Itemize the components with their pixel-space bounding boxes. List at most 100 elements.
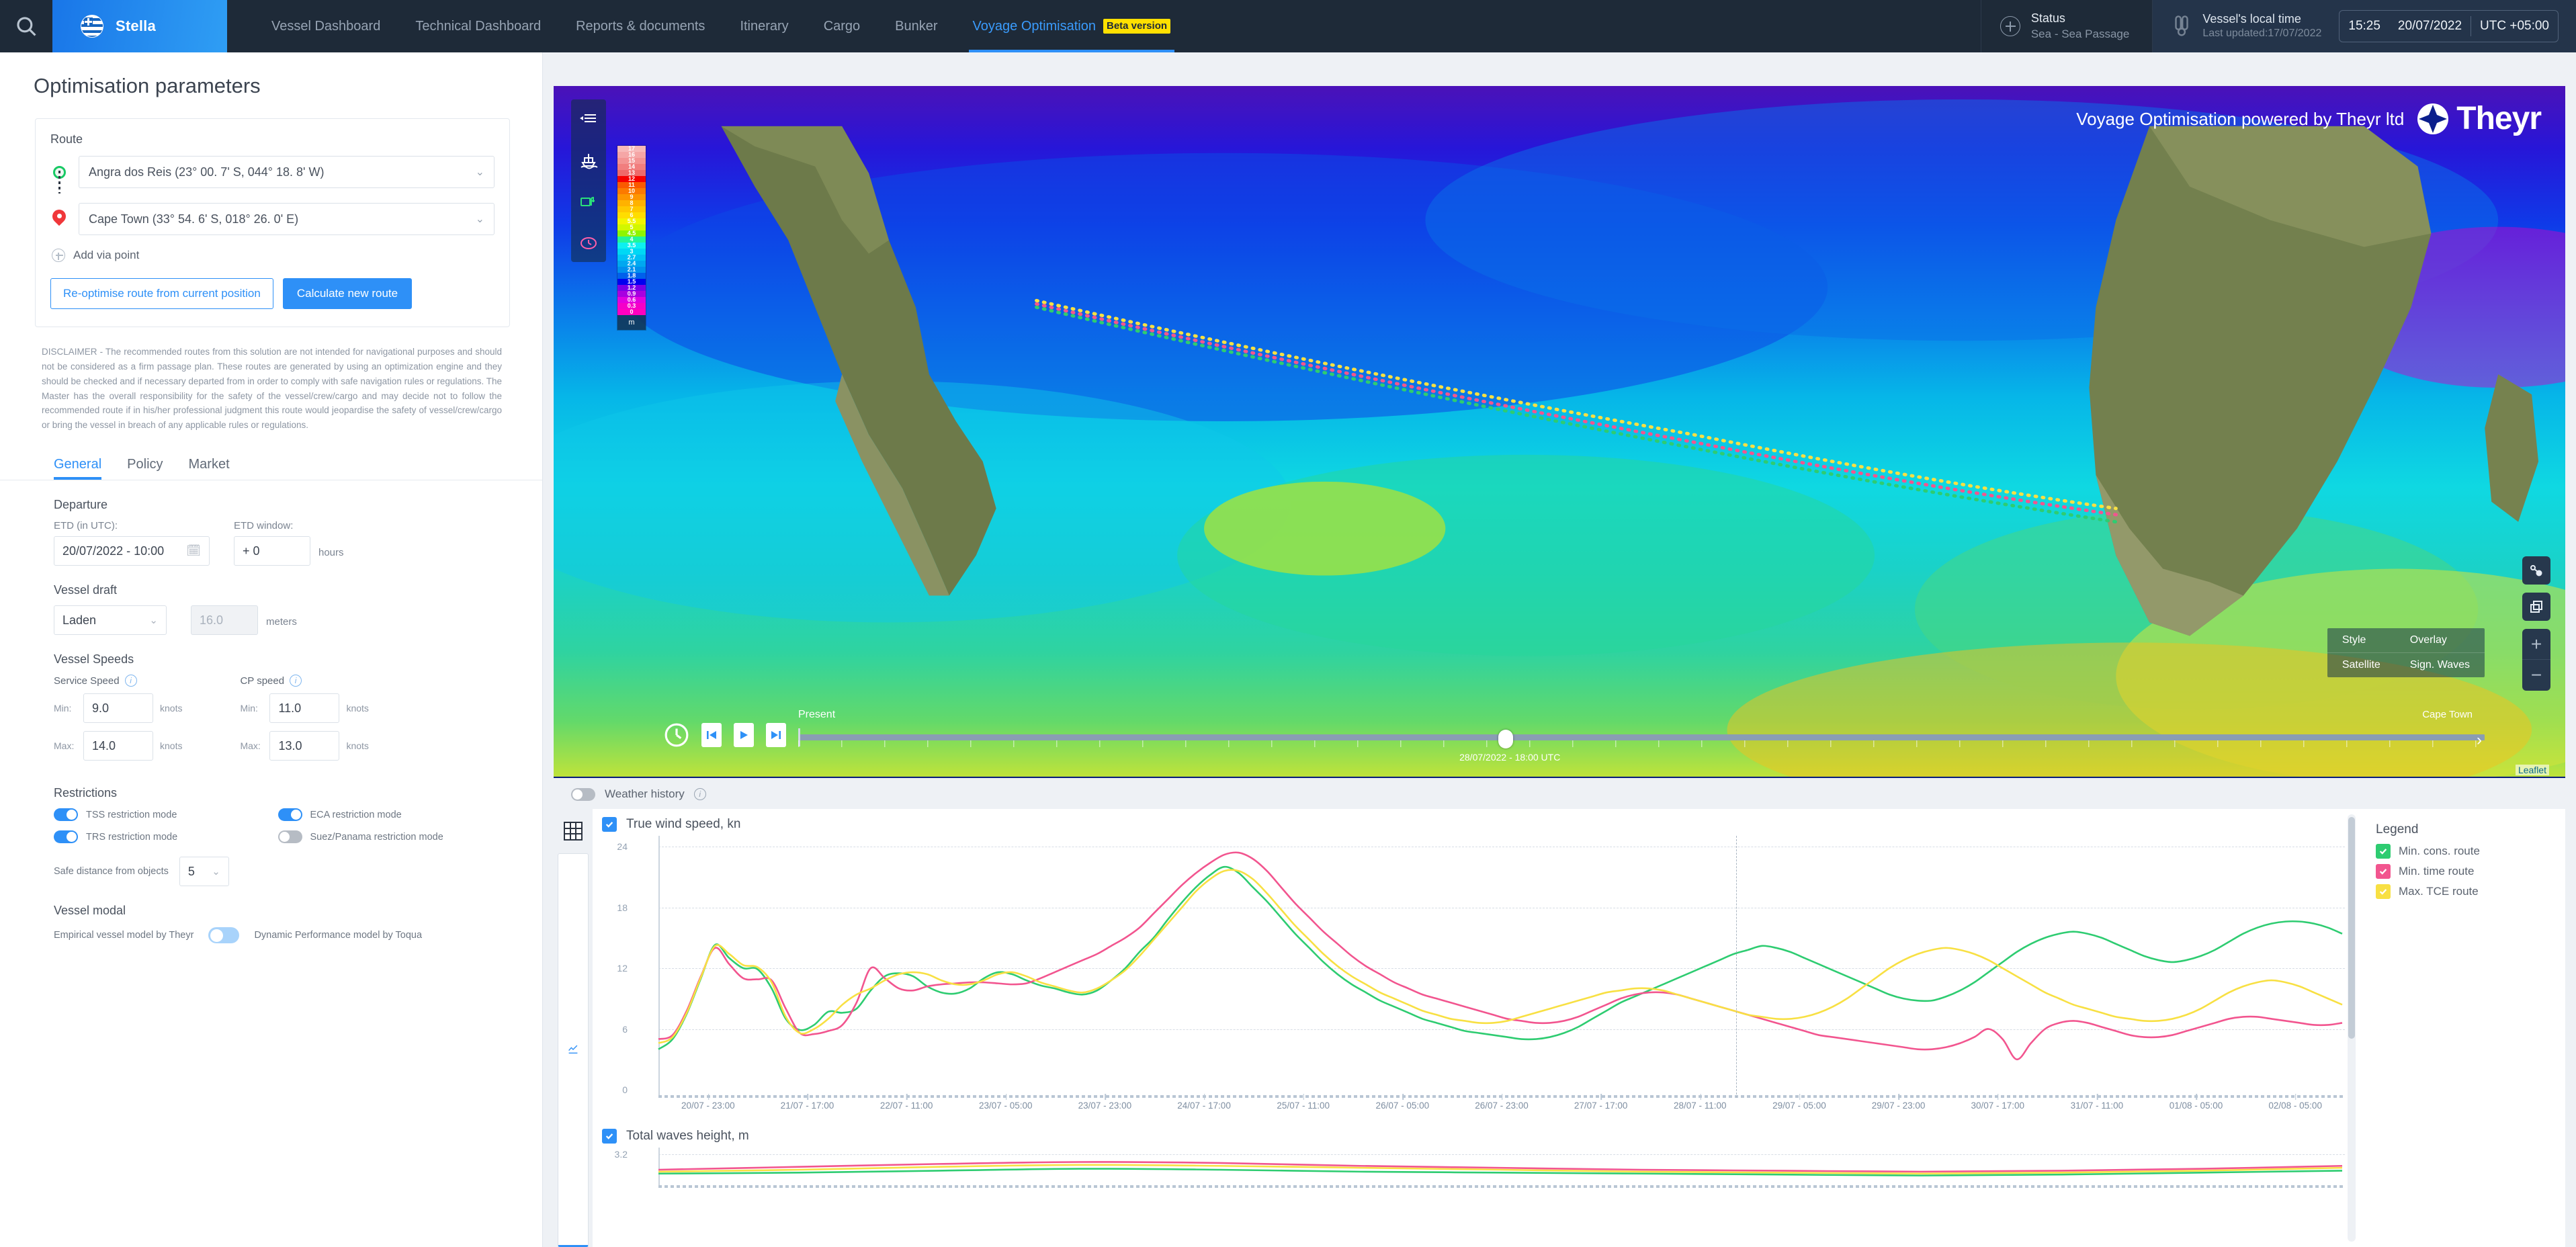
timeline-expand-button[interactable]: › xyxy=(2477,731,2482,750)
reoptimise-route-button[interactable]: Re-optimise route from current position xyxy=(50,278,273,309)
nav-label: Itinerary xyxy=(740,18,789,34)
nav-itinerary[interactable]: Itinerary xyxy=(722,0,806,52)
slider-handle[interactable] xyxy=(1498,730,1513,748)
y-axis-tick: 18 xyxy=(617,902,628,913)
status-block[interactable]: Status Sea - Sea Passage xyxy=(1980,0,2152,52)
nav-voyage-optimisation[interactable]: Voyage Optimisation Beta version xyxy=(955,0,1188,52)
plus-circle-icon xyxy=(52,249,65,262)
satellite-option[interactable]: Satellite xyxy=(2327,653,2395,677)
tab-policy[interactable]: Policy xyxy=(127,457,163,480)
x-axis-tick: 26/07 - 23:00 xyxy=(1475,1094,1529,1111)
tab-general[interactable]: General xyxy=(54,457,102,480)
current-time: 15:25 xyxy=(2348,19,2380,33)
info-icon[interactable]: i xyxy=(124,675,137,687)
check-icon xyxy=(2379,869,2387,875)
page-title: Optimisation parameters xyxy=(34,74,261,97)
time-layer-button[interactable] xyxy=(576,231,601,255)
layers-button[interactable] xyxy=(2522,593,2550,621)
legend-item-min-time-route[interactable]: Min. time route xyxy=(2376,864,2565,879)
service-speed-min-input[interactable]: 9.0 xyxy=(83,693,153,724)
draft-value-input: 16.0 xyxy=(191,605,258,636)
vessel-model-toggle[interactable] xyxy=(208,927,240,944)
nav-technical-dashboard[interactable]: Technical Dashboard xyxy=(398,0,558,52)
chart-true-wind-speed: True wind speed, kn 0 6 12 18 24 20/07 - 23:0… xyxy=(593,809,2357,1121)
nav-reports-documents[interactable]: Reports & documents xyxy=(558,0,722,52)
legend-toggle-button[interactable] xyxy=(576,106,601,130)
theyr-logo: Theyr xyxy=(2416,102,2542,136)
toggle-eca-restriction[interactable]: ECA restriction mode xyxy=(277,808,503,822)
check-icon xyxy=(2379,889,2387,895)
weather-map[interactable]: Voyage Optimisation powered by Theyr ltd… xyxy=(554,86,2565,778)
x-axis-tick: 01/08 - 05:00 xyxy=(2169,1094,2223,1111)
origin-select[interactable]: Angra dos Reis (23° 00. 7' S, 044° 18. 8… xyxy=(79,156,495,188)
toggle-tss-restriction[interactable]: TSS restriction mode xyxy=(54,808,278,822)
x-axis-tick: 20/07 - 23:00 xyxy=(681,1094,735,1111)
nav-cargo[interactable]: Cargo xyxy=(806,0,877,52)
draft-condition-select[interactable]: Laden ⌄ xyxy=(54,605,167,636)
weather-history-toggle[interactable] xyxy=(571,787,595,801)
destination-select[interactable]: Cape Town (33° 54. 6' S, 018° 26. 0' E) … xyxy=(79,203,495,235)
measure-button[interactable] xyxy=(2522,556,2550,585)
etd-window-label: ETD window: xyxy=(234,520,294,532)
service-speed-max-input[interactable]: 14.0 xyxy=(83,731,153,761)
legend-item-max-tce-route[interactable]: Max. TCE route xyxy=(2376,884,2565,899)
legend-checkbox[interactable] xyxy=(2376,864,2391,879)
timeline-slider[interactable]: Present Cape Town 28/07/2022 - 18:00 UTC xyxy=(798,709,2485,763)
nav-bunker[interactable]: Bunker xyxy=(877,0,955,52)
charts-scrollbar[interactable] xyxy=(2348,814,2356,1242)
vessel-layer-button[interactable] xyxy=(576,148,601,172)
legend-checkbox[interactable] xyxy=(2376,884,2391,899)
info-icon[interactable]: i xyxy=(693,788,706,800)
legend-checkbox[interactable] xyxy=(2376,844,2391,859)
zoom-in-button[interactable]: + xyxy=(2522,629,2550,660)
chart-visibility-checkbox[interactable] xyxy=(602,817,617,832)
search-button[interactable] xyxy=(0,0,52,52)
tab-market[interactable]: Market xyxy=(189,457,230,480)
cp-speed-min-input[interactable]: 11.0 xyxy=(269,693,340,724)
top-navigation-bar: Stella Vessel Dashboard Technical Dashbo… xyxy=(0,0,2576,52)
leaflet-attribution[interactable]: Leaflet xyxy=(2515,765,2549,775)
toggle-switch[interactable] xyxy=(277,808,302,822)
service-speed-min-row: Min: 9.0 knots xyxy=(54,693,182,724)
add-via-point-button[interactable]: Add via point xyxy=(52,249,495,262)
timeline-play-button[interactable] xyxy=(734,723,754,747)
safe-distance-row: Safe distance from objects 5 ⌄ xyxy=(54,857,502,887)
chart-line xyxy=(658,1161,2343,1173)
timeline-next-button[interactable] xyxy=(766,723,786,747)
charts-scroll-container[interactable]: True wind speed, kn 0 6 12 18 24 20/07 - 23:0… xyxy=(593,809,2357,1247)
toggle-switch[interactable] xyxy=(277,830,302,844)
slider-track[interactable] xyxy=(798,728,2485,746)
x-axis-tick: 31/07 - 11:00 xyxy=(2070,1094,2124,1111)
scrollbar-thumb[interactable] xyxy=(2348,817,2355,1039)
zoom-out-button[interactable]: − xyxy=(2522,660,2550,691)
toggle-trs-restriction[interactable]: TRS restriction mode xyxy=(54,830,278,844)
toggle-switch[interactable] xyxy=(54,830,78,844)
chart-view-button[interactable] xyxy=(558,853,589,1247)
calculate-new-route-button[interactable]: Calculate new route xyxy=(282,278,413,309)
toggle-suez-panama-restriction[interactable]: Suez/Panama restriction mode xyxy=(277,830,503,844)
timeline-prev-button[interactable] xyxy=(701,723,722,747)
bunker-layer-button[interactable] xyxy=(576,189,601,214)
scale-step: 0 xyxy=(617,309,646,315)
x-axis-ticks: 20/07 - 23:00 21/07 - 17:00 22/07 - 11:00 2… xyxy=(658,1094,2345,1117)
toggle-switch[interactable] xyxy=(54,808,78,822)
calendar-icon[interactable]: 🗓 xyxy=(186,544,201,558)
status-value: Sea - Sea Passage xyxy=(2030,27,2130,40)
map-timeline: Present Cape Town 28/07/2022 - 18:00 UTC… xyxy=(664,709,2485,763)
ship-icon xyxy=(581,154,598,169)
vessel-modal-row: Empirical vessel model by Theyr Dynamic … xyxy=(54,927,502,944)
safe-distance-select[interactable]: 5 ⌄ xyxy=(179,857,229,887)
etd-window-input[interactable]: + 0 xyxy=(234,536,310,566)
nav-links: Vessel Dashboard Technical Dashboard Rep… xyxy=(227,0,1188,52)
sign-waves-option[interactable]: Sign. Waves xyxy=(2395,653,2485,677)
nav-vessel-dashboard[interactable]: Vessel Dashboard xyxy=(254,0,398,52)
etd-input[interactable]: 20/07/2022 - 10:00 🗓 xyxy=(54,536,210,566)
value: 11.0 xyxy=(278,701,302,715)
info-icon[interactable]: i xyxy=(290,675,302,687)
legend-item-min-cons-route[interactable]: Min. cons. route xyxy=(2376,844,2565,859)
unit: knots xyxy=(346,703,369,714)
cp-speed-max-input[interactable]: 13.0 xyxy=(269,731,340,761)
chart-visibility-checkbox[interactable] xyxy=(602,1129,617,1144)
table-view-button[interactable] xyxy=(558,816,589,847)
vessel-selector[interactable]: Stella xyxy=(52,0,227,52)
